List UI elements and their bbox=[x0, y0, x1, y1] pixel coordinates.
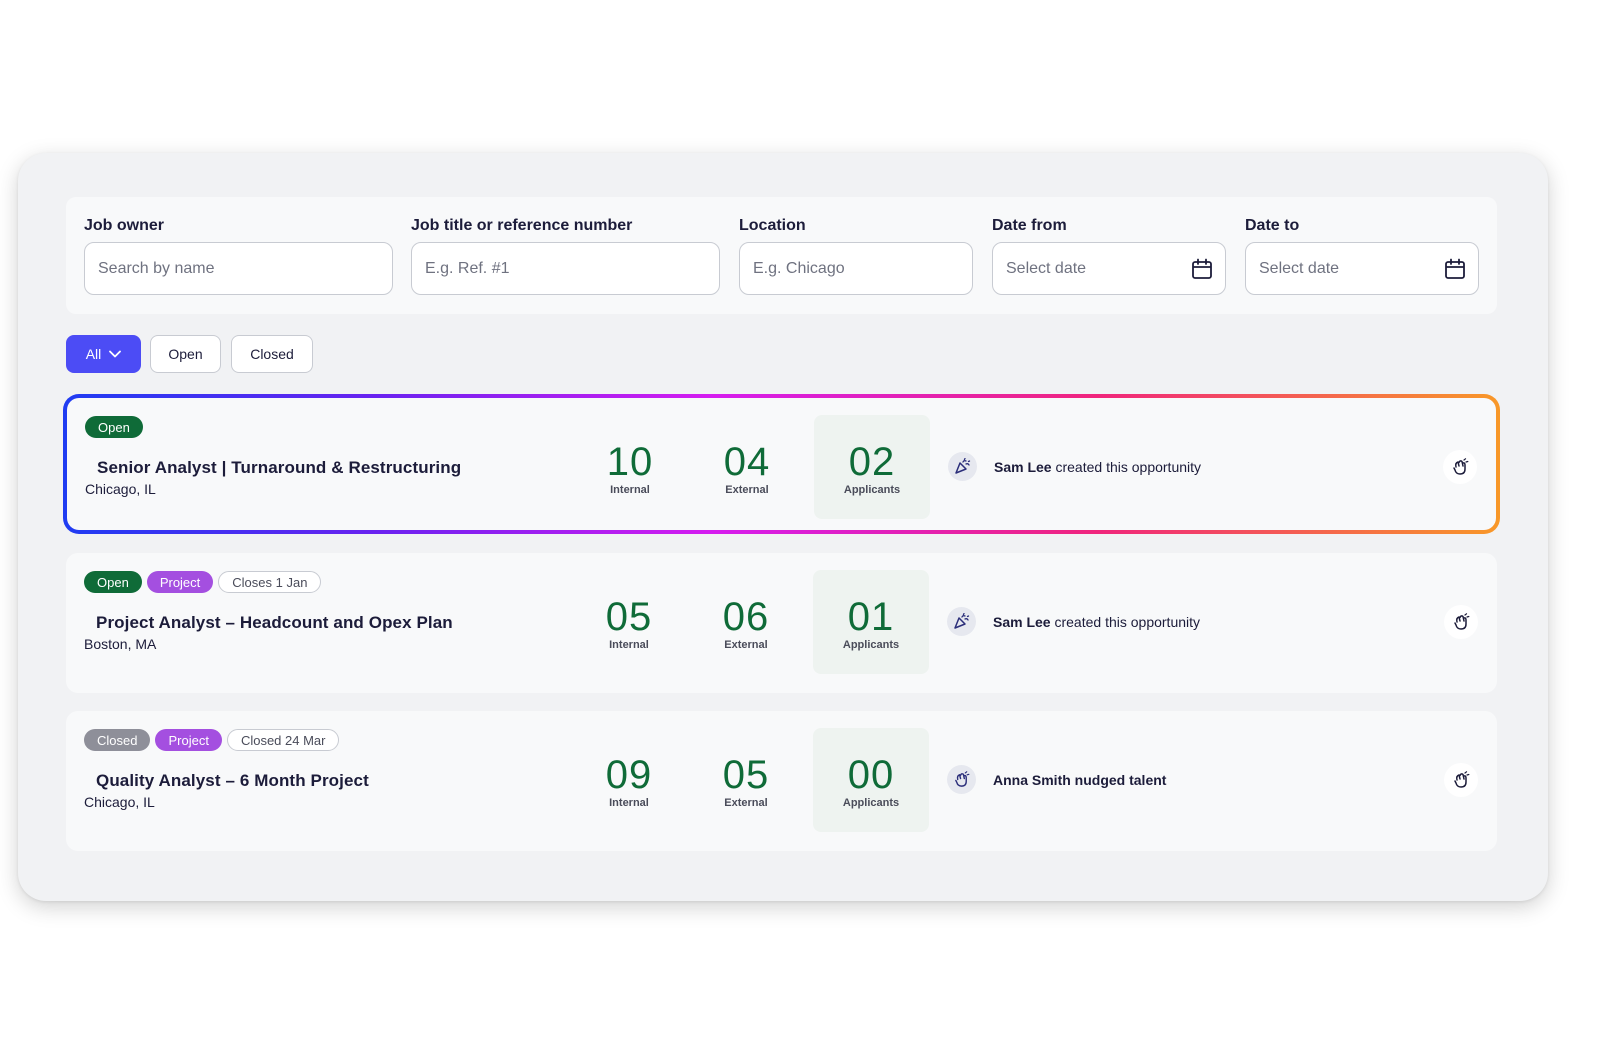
applicants-stat[interactable]: 00 Applicants bbox=[811, 751, 931, 809]
internal-count: 10 bbox=[606, 440, 654, 484]
tab-closed-label: Closed bbox=[250, 346, 294, 362]
external-count: 06 bbox=[722, 595, 770, 639]
applicants-count: 00 bbox=[847, 753, 895, 797]
external-stat: 04 External bbox=[687, 438, 807, 496]
nudge-hand-icon bbox=[1454, 771, 1470, 788]
date-to-label: Date to bbox=[1245, 217, 1300, 234]
activity-action: created this opportunity bbox=[1051, 459, 1202, 475]
external-label: External bbox=[724, 797, 768, 809]
internal-count: 09 bbox=[605, 753, 653, 797]
activity-actor: Anna Smith bbox=[993, 772, 1071, 788]
tab-all-label: All bbox=[85, 346, 102, 362]
internal-stat: 05 Internal bbox=[569, 593, 689, 651]
calendar-icon[interactable] bbox=[1191, 258, 1213, 280]
tab-open[interactable]: Open bbox=[150, 335, 221, 373]
activity-actor: Sam Lee bbox=[993, 614, 1051, 630]
nudge-hand-icon bbox=[1453, 458, 1469, 475]
filter-bar: Job owner Job title or reference number … bbox=[66, 197, 1497, 314]
location-box bbox=[739, 242, 973, 295]
internal-stat: 09 Internal bbox=[569, 751, 689, 809]
activity-text: Anna Smith nudged talent bbox=[993, 772, 1166, 788]
chevron-down-icon bbox=[109, 350, 122, 358]
job-title-label: Job title or reference number bbox=[411, 217, 633, 234]
applicants-count: 02 bbox=[848, 440, 896, 484]
job-title[interactable]: Senior Analyst | Turnaround & Restructur… bbox=[97, 458, 461, 478]
job-title[interactable]: Project Analyst – Headcount and Opex Pla… bbox=[96, 613, 453, 633]
internal-stat: 10 Internal bbox=[570, 438, 690, 496]
nudge-button[interactable] bbox=[1444, 763, 1478, 797]
tab-closed[interactable]: Closed bbox=[231, 335, 313, 373]
badge-row: Closed Project Closed 24 Mar bbox=[84, 729, 340, 751]
job-owner-label: Job owner bbox=[84, 217, 165, 234]
job-location: Boston, MA bbox=[84, 636, 157, 652]
job-title-input[interactable] bbox=[425, 243, 705, 294]
status-badge: Closed bbox=[84, 729, 151, 751]
date-to-box[interactable] bbox=[1245, 242, 1479, 295]
date-from-input[interactable] bbox=[1006, 243, 1176, 294]
external-label: External bbox=[724, 639, 768, 651]
applicants-stat[interactable]: 01 Applicants bbox=[811, 593, 931, 651]
party-popper-icon bbox=[947, 607, 976, 636]
applicants-stat[interactable]: 02 Applicants bbox=[812, 438, 932, 496]
external-stat: 05 External bbox=[686, 751, 806, 809]
nudge-button[interactable] bbox=[1444, 605, 1478, 639]
location-label: Location bbox=[739, 217, 806, 234]
internal-label: Internal bbox=[610, 484, 650, 496]
badge-row: Open Project Closes 1 Jan bbox=[84, 571, 322, 593]
nudge-button[interactable] bbox=[1443, 450, 1477, 484]
date-to-input[interactable] bbox=[1259, 243, 1429, 294]
status-badge: Open bbox=[84, 571, 142, 593]
internal-label: Internal bbox=[609, 797, 649, 809]
job-title[interactable]: Quality Analyst – 6 Month Project bbox=[96, 771, 369, 791]
calendar-icon[interactable] bbox=[1444, 258, 1466, 280]
closing-date-badge: Closed 24 Mar bbox=[226, 729, 340, 751]
internal-label: Internal bbox=[609, 639, 649, 651]
external-count: 05 bbox=[722, 753, 770, 797]
activity-text: Sam Lee created this opportunity bbox=[994, 459, 1201, 475]
applicants-label: Applicants bbox=[843, 484, 901, 496]
job-location: Chicago, IL bbox=[85, 481, 156, 497]
job-owner-input[interactable] bbox=[98, 243, 378, 294]
applicants-count: 01 bbox=[847, 595, 895, 639]
internal-count: 05 bbox=[605, 595, 653, 639]
job-owner-box bbox=[84, 242, 393, 295]
badge-row: Open bbox=[85, 416, 143, 438]
activity-action: nudged talent bbox=[1070, 772, 1167, 788]
activity-actor: Sam Lee bbox=[994, 459, 1052, 475]
job-card[interactable]: Closed Project Closed 24 Mar Quality Ana… bbox=[66, 711, 1497, 851]
closing-date-badge: Closes 1 Jan bbox=[218, 571, 322, 593]
job-title-box bbox=[411, 242, 720, 295]
activity-text: Sam Lee created this opportunity bbox=[993, 614, 1200, 630]
highlight-border: Open Senior Analyst | Turnaround & Restr… bbox=[63, 394, 1500, 534]
applicants-label: Applicants bbox=[842, 797, 900, 809]
nudge-hand-icon bbox=[1454, 613, 1470, 630]
activity-action: created this opportunity bbox=[1050, 614, 1201, 630]
status-badge: Open bbox=[85, 416, 143, 438]
external-count: 04 bbox=[723, 440, 771, 484]
job-card[interactable]: Open Senior Analyst | Turnaround & Restr… bbox=[67, 398, 1496, 530]
project-badge: Project bbox=[146, 571, 214, 593]
date-from-box[interactable] bbox=[992, 242, 1226, 295]
project-badge: Project bbox=[155, 729, 222, 751]
tab-all[interactable]: All bbox=[66, 335, 141, 373]
party-popper-icon bbox=[948, 452, 977, 481]
applicants-label: Applicants bbox=[842, 639, 900, 651]
external-stat: 06 External bbox=[686, 593, 806, 651]
nudge-hand-icon bbox=[947, 765, 976, 794]
tab-open-label: Open bbox=[168, 346, 203, 362]
location-input[interactable] bbox=[753, 243, 958, 294]
job-location: Chicago, IL bbox=[84, 794, 155, 810]
date-from-label: Date from bbox=[992, 217, 1067, 234]
job-card[interactable]: Open Project Closes 1 Jan Project Analys… bbox=[66, 553, 1497, 693]
external-label: External bbox=[725, 484, 769, 496]
